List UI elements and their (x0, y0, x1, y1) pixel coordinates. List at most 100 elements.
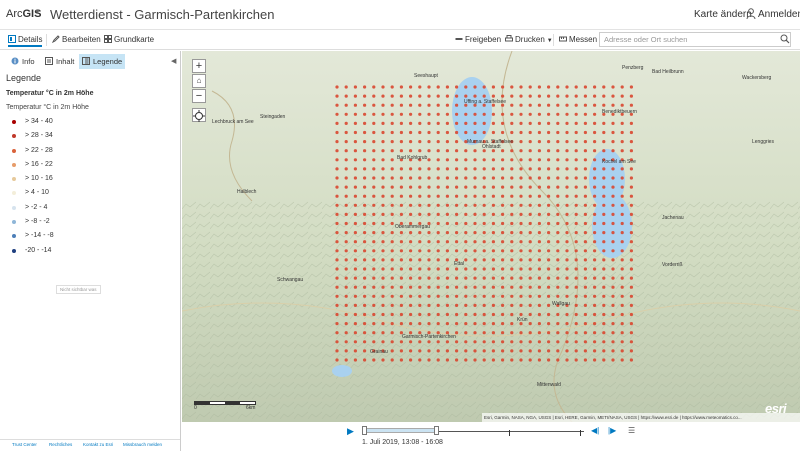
temperature-point[interactable] (602, 303, 606, 307)
temperature-point[interactable] (473, 185, 477, 189)
temperature-point[interactable] (427, 340, 431, 344)
temperature-point[interactable] (353, 212, 357, 216)
temperature-point[interactable] (565, 340, 569, 344)
temperature-point[interactable] (510, 276, 514, 280)
temperature-point[interactable] (381, 85, 385, 89)
temperature-point[interactable] (491, 167, 495, 171)
temperature-point[interactable] (593, 176, 597, 180)
temperature-point[interactable] (620, 358, 624, 362)
share-button[interactable]: Freigeben (455, 32, 501, 47)
temperature-point[interactable] (372, 103, 376, 107)
temperature-point[interactable] (372, 303, 376, 307)
temperature-point[interactable] (491, 121, 495, 125)
temperature-point[interactable] (335, 149, 339, 153)
temperature-point[interactable] (455, 103, 459, 107)
temperature-point[interactable] (390, 358, 394, 362)
collapse-panel-icon[interactable]: ◀ (171, 57, 176, 65)
temperature-point[interactable] (381, 194, 385, 198)
temperature-point[interactable] (363, 185, 367, 189)
temperature-point[interactable] (344, 285, 348, 289)
temperature-point[interactable] (593, 103, 597, 107)
temperature-point[interactable] (491, 240, 495, 244)
temperature-point[interactable] (473, 194, 477, 198)
temperature-point[interactable] (353, 103, 357, 107)
temperature-point[interactable] (593, 285, 597, 289)
temperature-point[interactable] (620, 94, 624, 98)
temperature-point[interactable] (528, 340, 532, 344)
temperature-point[interactable] (583, 340, 587, 344)
temperature-point[interactable] (583, 322, 587, 326)
temperature-point[interactable] (593, 294, 597, 298)
temperature-point[interactable] (455, 312, 459, 317)
temperature-point[interactable] (501, 285, 505, 289)
temperature-point[interactable] (455, 231, 459, 235)
temperature-point[interactable] (344, 121, 348, 125)
temperature-point[interactable] (547, 112, 551, 116)
temperature-point[interactable] (344, 340, 348, 344)
temperature-point[interactable] (528, 240, 532, 244)
temperature-point[interactable] (501, 94, 505, 98)
temperature-point[interactable] (372, 221, 376, 226)
temperature-point[interactable] (473, 258, 477, 262)
temperature-point[interactable] (353, 249, 357, 253)
basemap-button[interactable]: Grundkarte (104, 32, 154, 47)
temperature-point[interactable] (565, 267, 569, 271)
temperature-point[interactable] (565, 322, 569, 326)
temperature-point[interactable] (390, 240, 394, 244)
temperature-point[interactable] (510, 185, 514, 189)
temperature-point[interactable] (620, 285, 624, 289)
temperature-point[interactable] (482, 185, 486, 189)
temperature-point[interactable] (390, 322, 394, 326)
temperature-point[interactable] (372, 294, 376, 298)
temperature-point[interactable] (436, 140, 440, 144)
temperature-point[interactable] (491, 258, 495, 262)
temperature-point[interactable] (427, 285, 431, 289)
temperature-point[interactable] (390, 349, 394, 353)
temperature-point[interactable] (583, 349, 587, 353)
temperature-point[interactable] (344, 94, 348, 98)
temperature-point[interactable] (390, 185, 394, 189)
temperature-point[interactable] (593, 185, 597, 189)
temperature-point[interactable] (473, 231, 477, 235)
temperature-point[interactable] (353, 240, 357, 244)
temperature-point[interactable] (565, 176, 569, 180)
temperature-point[interactable] (510, 258, 514, 262)
temperature-point[interactable] (556, 103, 560, 107)
temperature-point[interactable] (455, 322, 459, 326)
temperature-point[interactable] (565, 312, 569, 317)
temperature-point[interactable] (519, 221, 523, 226)
temperature-point[interactable] (363, 267, 367, 271)
temperature-point[interactable] (519, 312, 523, 317)
temperature-point[interactable] (565, 221, 569, 226)
temperature-point[interactable] (491, 340, 495, 344)
temperature-point[interactable] (620, 185, 624, 189)
measure-button[interactable]: Messen (559, 32, 597, 47)
temperature-point[interactable] (473, 112, 477, 116)
temperature-point[interactable] (602, 249, 606, 253)
temperature-point[interactable] (455, 121, 459, 125)
temperature-point[interactable] (620, 85, 624, 89)
temperature-point[interactable] (363, 194, 367, 198)
temperature-point[interactable] (528, 221, 532, 226)
temperature-point[interactable] (547, 121, 551, 125)
temperature-point[interactable] (491, 331, 495, 335)
temperature-point[interactable] (335, 276, 339, 280)
temperature-point[interactable] (427, 121, 431, 125)
temperature-point[interactable] (482, 331, 486, 335)
temperature-point[interactable] (556, 285, 560, 289)
temperature-point[interactable] (399, 121, 403, 125)
temperature-point[interactable] (381, 167, 385, 171)
temperature-point[interactable] (501, 149, 505, 153)
temperature-point[interactable] (537, 85, 541, 89)
temperature-point[interactable] (473, 322, 477, 326)
temperature-point[interactable] (390, 112, 394, 116)
temperature-point[interactable] (372, 331, 376, 335)
temperature-point[interactable] (473, 340, 477, 344)
temperature-point[interactable] (473, 249, 477, 253)
temperature-point[interactable] (390, 203, 394, 207)
temperature-point[interactable] (455, 167, 459, 171)
footer-link-contact[interactable]: Kontakt zu Esri (83, 442, 113, 447)
temperature-point[interactable] (528, 85, 532, 89)
temperature-point[interactable] (344, 103, 348, 107)
temperature-point[interactable] (473, 149, 477, 153)
